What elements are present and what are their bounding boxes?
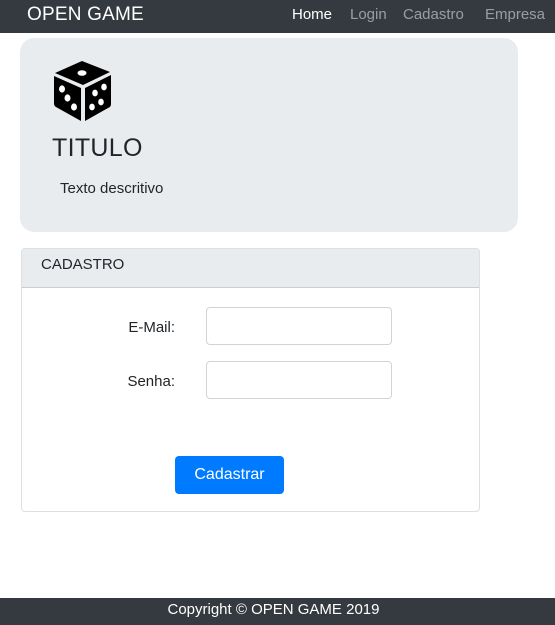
signup-card: CADASTRO E-Mail: Senha: Cadastrar [21, 248, 480, 512]
nav-item-login[interactable]: Login [350, 6, 387, 23]
jumbotron: TITULO Texto descritivo [20, 38, 518, 232]
email-input[interactable] [206, 307, 392, 345]
senha-label: Senha: [127, 373, 175, 390]
brand-link[interactable]: OPEN GAME [27, 4, 144, 26]
nav-item-cadastro[interactable]: Cadastro [403, 6, 464, 23]
email-label: E-Mail: [128, 319, 175, 336]
senha-input[interactable] [206, 361, 392, 399]
jumbotron-description: Texto descritivo [60, 180, 164, 197]
card-header: CADASTRO [22, 249, 479, 288]
jumbotron-title: TITULO [52, 134, 143, 162]
nav-item-empresa[interactable]: Empresa [485, 6, 545, 23]
cadastrar-button[interactable]: Cadastrar [175, 456, 284, 494]
navbar: OPEN GAME Home Login Cadastro Empresa [0, 0, 555, 33]
footer-copyright: Copyright © OPEN GAME 2019 [167, 601, 380, 618]
footer: Copyright © OPEN GAME 2019 [0, 598, 555, 625]
card-header-title: CADASTRO [41, 256, 125, 273]
nav-item-home[interactable]: Home [292, 6, 332, 23]
dice-icon [54, 61, 111, 121]
